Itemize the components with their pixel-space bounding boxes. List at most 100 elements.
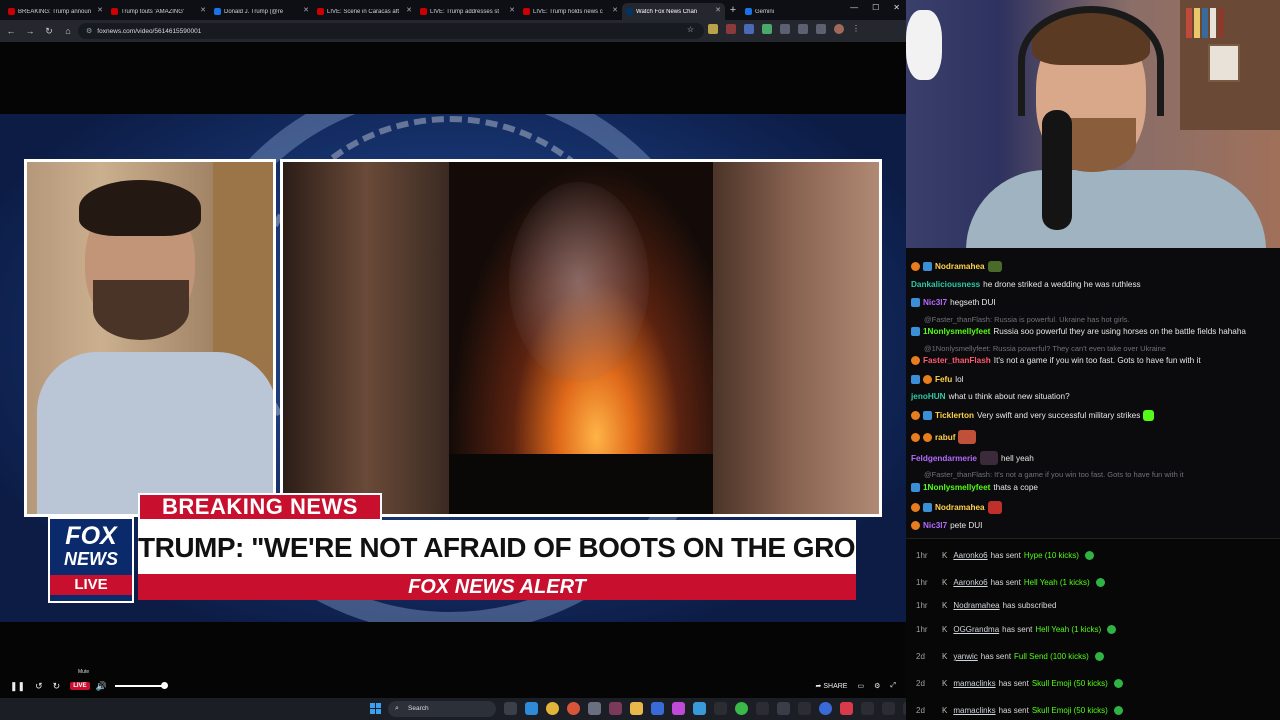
captions-icon[interactable]: ▭ <box>857 682 864 690</box>
close-icon[interactable]: ✕ <box>97 6 103 14</box>
kick-icon: K <box>942 625 948 634</box>
event-username[interactable]: mamaclinks <box>953 706 995 715</box>
chat-username[interactable]: Nodramahea <box>935 503 985 512</box>
extension-icon[interactable] <box>798 24 808 34</box>
tab-5[interactable]: LIVE: Trump addresses st ✕ <box>416 3 519 20</box>
footage-blur-left <box>283 162 449 514</box>
event-username[interactable]: Aaronko6 <box>953 578 987 587</box>
rewind-icon[interactable]: ↺ <box>35 681 43 692</box>
event-time: 2d <box>916 706 925 715</box>
app-icon[interactable] <box>798 702 811 715</box>
extension-icon[interactable] <box>726 24 736 34</box>
chat-username[interactable]: 1Nonlysmellyfeet <box>923 483 990 492</box>
event-username[interactable]: Aaronko6 <box>953 551 987 560</box>
fullscreen-icon[interactable]: ⤢ <box>890 682 896 690</box>
chat-username[interactable]: Feldgendarmerie <box>911 454 977 463</box>
youtube-icon <box>317 8 324 15</box>
app-icon[interactable] <box>777 702 790 715</box>
new-tab-button[interactable]: + <box>725 2 741 18</box>
chrome-icon[interactable] <box>546 702 559 715</box>
app-icon[interactable] <box>756 702 769 715</box>
tab-2[interactable]: Trump touts 'AMAZING' ✕ <box>107 3 210 20</box>
chat-username[interactable]: jenoHUN <box>911 392 946 401</box>
chat-username[interactable]: Dankaliciousness <box>911 280 980 289</box>
video-player[interactable]: BREAKING NEWS FOX NEWS LIVE TRUMP: "WE'R… <box>0 114 906 622</box>
live-badge[interactable]: LIVE <box>70 682 90 690</box>
chat-username[interactable]: Nodramahea <box>935 262 985 271</box>
chat-username[interactable]: Nic3l7 <box>923 298 947 307</box>
close-icon[interactable]: ✕ <box>715 6 721 14</box>
event-username[interactable]: OGGrandma <box>953 625 999 634</box>
app-icon[interactable] <box>672 702 685 715</box>
gift-icon <box>1084 551 1094 560</box>
settings-icon[interactable]: ⚙ <box>874 682 880 690</box>
extension-icon[interactable] <box>780 24 790 34</box>
tab-7-active[interactable]: Watch Fox News Chan ✕ <box>622 3 725 20</box>
chat-username[interactable]: Fefu <box>935 375 952 384</box>
extension-icon[interactable] <box>762 24 772 34</box>
event-action: has sent <box>1002 625 1033 634</box>
taskbar-search[interactable]: ⌕ Search <box>388 701 496 717</box>
chat-text: what u think about new situation? <box>948 392 1070 401</box>
chat-username[interactable]: Ticklerton <box>935 411 974 420</box>
tab-8[interactable]: Gemini <box>741 3 811 20</box>
extension-icon[interactable] <box>744 24 754 34</box>
back-icon[interactable]: ← <box>3 23 19 39</box>
app-icon[interactable] <box>882 702 895 715</box>
chat-username[interactable]: rabuf <box>935 433 955 442</box>
chat-username[interactable]: Nic3l7 <box>923 521 947 530</box>
task-view-icon[interactable] <box>504 702 517 715</box>
volume-icon[interactable]: 🔊 <box>96 681 107 692</box>
tab-3[interactable]: Donald J. Trump (@re ✕ <box>210 3 313 20</box>
url-field[interactable]: ⚙ foxnews.com/video/5614615590001 ☆ <box>78 23 704 39</box>
volume-slider[interactable] <box>114 682 168 689</box>
reload-icon[interactable]: ↻ <box>41 23 57 39</box>
profile-avatar[interactable] <box>834 24 844 34</box>
close-icon[interactable]: ✕ <box>509 6 515 14</box>
volume-knob[interactable] <box>160 682 168 689</box>
app-icon[interactable] <box>819 702 832 715</box>
tab-6[interactable]: LIVE: Trump holds news c ✕ <box>519 3 622 20</box>
share-button[interactable]: ➦ SHARE <box>816 682 848 690</box>
edge-icon[interactable] <box>525 702 538 715</box>
tab-1[interactable]: BREAKING: Trump announ ✕ <box>4 3 107 20</box>
fox-news-alert-bar: FOX NEWS ALERT <box>138 574 856 600</box>
chat-username[interactable]: Faster_thanFlash <box>923 356 991 365</box>
home-icon[interactable]: ⌂ <box>60 23 76 39</box>
extension-icon[interactable] <box>816 24 826 34</box>
app-icon[interactable] <box>840 702 853 715</box>
app-icon[interactable] <box>714 702 727 715</box>
forward-icon[interactable]: → <box>22 23 38 39</box>
maximize-icon[interactable]: ☐ <box>872 3 879 12</box>
extension-icon[interactable] <box>708 24 718 34</box>
app-icon[interactable] <box>693 702 706 715</box>
event-username[interactable]: yanwic <box>953 652 977 661</box>
close-icon[interactable]: ✕ <box>406 6 412 14</box>
pause-icon[interactable]: ❚❚ <box>10 681 25 692</box>
file-explorer-icon[interactable] <box>630 702 643 715</box>
event-username[interactable]: mamaclinks <box>953 679 995 688</box>
app-icon[interactable] <box>651 702 664 715</box>
app-icon[interactable] <box>735 702 748 715</box>
chrome-icon[interactable] <box>567 702 580 715</box>
chat-text: Very swift and very successful military … <box>976 411 1141 420</box>
close-window-icon[interactable]: ✕ <box>893 3 900 12</box>
chat-username[interactable]: 1Nonlysmellyfeet <box>923 327 990 336</box>
event-time: 2d <box>916 679 925 688</box>
logo-line-2: NEWS <box>64 549 118 569</box>
bookmark-star-icon[interactable]: ☆ <box>687 25 694 34</box>
close-icon[interactable]: ✕ <box>200 6 206 14</box>
site-info-icon[interactable]: ⚙ <box>86 27 92 35</box>
emote-icon <box>979 451 998 465</box>
app-icon[interactable] <box>609 702 622 715</box>
tab-4[interactable]: LIVE: Scene in Caracas aft ✕ <box>313 3 416 20</box>
app-icon[interactable] <box>588 702 601 715</box>
event-username[interactable]: Nodramahea <box>953 601 999 610</box>
app-icon[interactable] <box>861 702 874 715</box>
windows-start-icon[interactable] <box>370 703 381 714</box>
minimize-icon[interactable]: — <box>850 3 858 12</box>
close-icon[interactable]: ✕ <box>612 6 618 14</box>
forward-icon[interactable]: ↻ <box>53 681 61 692</box>
close-icon[interactable]: ✕ <box>303 6 309 14</box>
menu-icon[interactable]: ⋮ <box>852 24 862 34</box>
